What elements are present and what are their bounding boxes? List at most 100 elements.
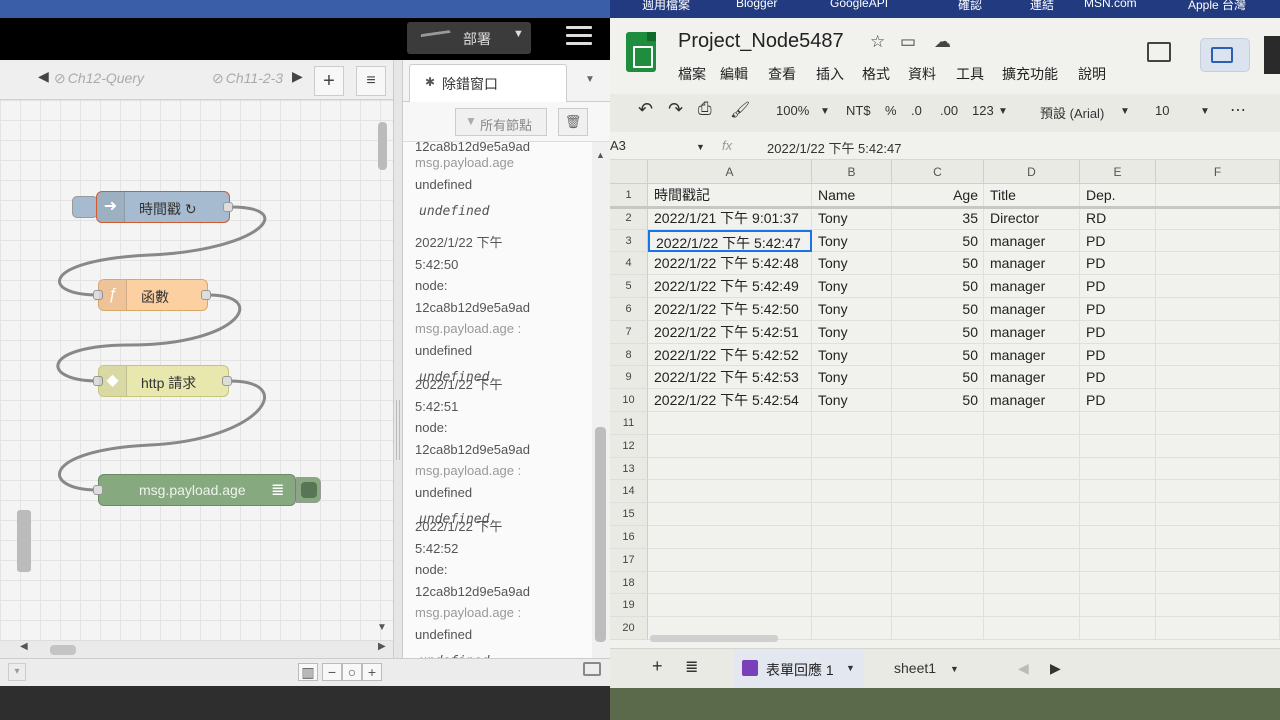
table-cell[interactable]: PD [1080,366,1156,390]
menu-item-format[interactable]: 格式 [862,64,890,84]
sheet-tab-sheet1[interactable]: sheet1 [894,660,936,676]
table-cell[interactable]: 50 [892,389,984,412]
table-cell[interactable] [1156,548,1280,572]
table-cell[interactable]: manager [984,389,1080,412]
table-cell[interactable] [1156,206,1280,230]
table-cell[interactable] [648,457,812,481]
paint-format-icon[interactable]: 🖌 [730,100,750,120]
table-cell[interactable] [892,412,984,435]
table-cell[interactable] [648,548,812,572]
row-header[interactable]: 12 [610,434,648,458]
table-cell[interactable]: 2022/1/22 下午 5:42:48 [648,252,812,276]
redo-icon[interactable]: ↷ [668,99,683,120]
table-cell[interactable]: 2022/1/22 下午 5:42:54 [648,389,812,412]
document-title[interactable]: Project_Node5487 [678,30,844,53]
table-cell[interactable]: Tony [812,343,892,367]
chevron-down-icon[interactable]: ▼ [585,74,595,85]
table-cell[interactable]: 2022/1/22 下午 5:42:51 [648,320,812,344]
table-cell[interactable] [984,548,1080,572]
table-cell[interactable] [812,457,892,481]
row-header[interactable]: 6 [610,298,648,321]
star-icon[interactable]: ☆ [870,32,885,52]
formula-input[interactable]: 2022/1/22 下午 5:42:47 [767,138,901,157]
table-cell[interactable] [1156,389,1280,412]
add-sheet-icon[interactable]: + [652,656,663,677]
filter-nodes-button[interactable]: ▼ 所有節點 [455,108,547,136]
scroll-tabs-left-icon[interactable]: ◀ [1018,660,1029,677]
table-cell[interactable] [1156,571,1280,595]
horizontal-scrollbar-thumb[interactable] [650,635,778,642]
table-cell[interactable] [1156,434,1280,458]
table-cell[interactable]: Tony [812,206,892,230]
menu-item-file[interactable]: 檔案 [678,64,706,84]
table-cell[interactable] [1080,526,1156,549]
menu-item-edit[interactable]: 編輯 [720,64,748,84]
table-cell[interactable]: Tony [812,252,892,276]
more-formats-button[interactable]: 123 [972,103,994,118]
chevron-down-icon[interactable]: ▼ [513,28,524,40]
chevron-down-icon[interactable]: ▼ [950,664,959,674]
row-header[interactable]: 11 [610,412,648,435]
header-cell[interactable]: Dep. [1080,184,1156,207]
more-options-button[interactable]: ⋯ [1230,100,1246,120]
avatar[interactable] [1264,36,1280,74]
zoom-in-icon[interactable]: + [362,663,382,681]
table-cell[interactable] [1156,275,1280,298]
row-header[interactable]: 14 [610,480,648,504]
table-cell[interactable]: 50 [892,320,984,344]
chevron-down-icon[interactable]: ▼ [1200,106,1210,117]
table-cell[interactable] [812,617,892,640]
column-header-c[interactable]: C [892,160,984,184]
header-cell[interactable]: 時間戳記 [648,184,812,207]
table-cell[interactable] [648,434,812,458]
table-cell[interactable] [892,503,984,526]
http-request-node[interactable]: ◆ http 請求 [93,365,232,397]
frozen-row-divider[interactable] [610,205,1280,209]
column-header-b[interactable]: B [812,160,892,184]
table-cell[interactable]: PD [1080,320,1156,344]
input-port[interactable] [93,485,103,495]
all-sheets-icon[interactable]: ≣ [685,657,698,677]
table-cell[interactable] [892,548,984,572]
table-cell[interactable] [1080,503,1156,526]
table-cell[interactable]: Tony [812,229,892,253]
row-header[interactable]: 16 [610,526,648,549]
bookmark-item[interactable]: 確認 [958,0,982,13]
select-all-corner[interactable] [610,160,648,184]
table-cell[interactable]: 2022/1/22 下午 5:42:52 [648,343,812,367]
row-header[interactable]: 19 [610,594,648,618]
scroll-left-icon[interactable]: ◀ [20,641,28,652]
table-cell[interactable] [1156,229,1280,253]
table-cell[interactable] [984,571,1080,595]
scrollbar-thumb[interactable] [50,645,76,655]
bookmark-item[interactable]: Blogger [736,0,777,10]
row-header[interactable]: 13 [610,457,648,481]
table-cell[interactable] [648,412,812,435]
row-header[interactable]: 8 [610,343,648,367]
menu-item-tools[interactable]: 工具 [956,64,984,84]
output-port[interactable] [222,376,232,386]
chevron-down-icon[interactable]: ▼ [820,106,830,117]
selected-cell[interactable]: 2022/1/22 下午 5:42:47 [648,229,812,253]
table-cell[interactable] [1156,343,1280,367]
table-cell[interactable] [984,434,1080,458]
table-cell[interactable] [892,434,984,458]
header-cell[interactable]: Age [892,184,984,207]
table-cell[interactable] [812,480,892,504]
table-cell[interactable] [892,457,984,481]
table-cell[interactable]: manager [984,366,1080,390]
table-cell[interactable] [984,480,1080,504]
inject-node[interactable]: ➜ 時間戳 ↻ [96,191,233,223]
table-cell[interactable]: Tony [812,389,892,412]
table-cell[interactable]: 2022/1/22 下午 5:42:50 [648,298,812,321]
font-select[interactable]: 預設 (Arial) [1040,103,1104,122]
table-cell[interactable]: 2022/1/21 下午 9:01:37 [648,206,812,230]
column-header-d[interactable]: D [984,160,1080,184]
table-cell[interactable]: PD [1080,252,1156,276]
move-folder-icon[interactable]: ▭ [900,32,916,52]
menu-item-data[interactable]: 資料 [908,64,936,84]
present-button[interactable] [1200,38,1250,72]
table-cell[interactable] [1080,434,1156,458]
output-port[interactable] [201,290,211,300]
table-cell[interactable] [1156,252,1280,276]
